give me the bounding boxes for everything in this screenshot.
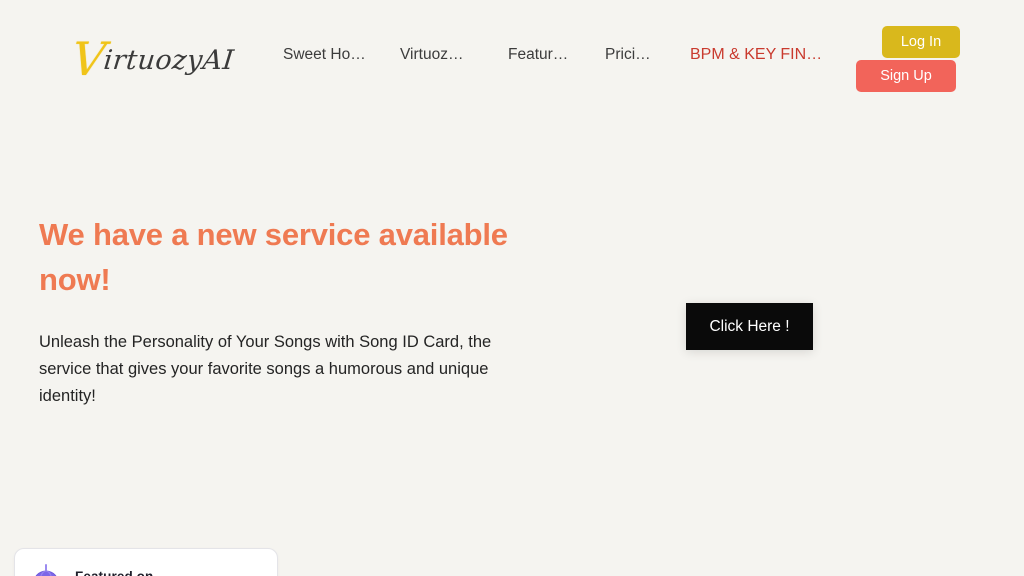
featured-on-label: Featured on (75, 569, 153, 576)
nav-item-pricing[interactable]: Prici… (605, 46, 663, 64)
nav-item-features[interactable]: Featur… (508, 46, 580, 64)
featured-on-card[interactable]: Featured on (14, 548, 278, 576)
hero-copy: We have a new service available now! Unl… (39, 212, 509, 410)
nav-item-virtuozy[interactable]: Virtuoz… (400, 46, 483, 64)
main-navigation: Sweet Ho… Virtuoz… Featur… Prici… BPM & … (283, 46, 826, 64)
click-here-button[interactable]: Click Here ! (686, 303, 813, 350)
nav-item-bpm-key-finder[interactable]: BPM & KEY FIN… (690, 46, 826, 64)
auth-button-group: Log In Sign Up (856, 26, 960, 96)
hero-title: We have a new service available now! (39, 212, 509, 302)
site-logo[interactable]: VirtuozyAI (72, 30, 242, 90)
hero-description: Unleash the Personality of Your Songs wi… (39, 329, 504, 410)
product-hunt-icon (29, 559, 63, 576)
logo-wordmark: VirtuozyAI (71, 47, 236, 74)
logo-initial: V (69, 32, 108, 86)
site-header: VirtuozyAI Sweet Ho… Virtuoz… Featur… Pr… (0, 0, 1024, 108)
sign-up-button[interactable]: Sign Up (856, 60, 956, 92)
hero-section: We have a new service available now! Unl… (0, 108, 1024, 576)
nav-item-sweet-home[interactable]: Sweet Ho… (283, 46, 370, 64)
logo-rest: irtuozyAI (102, 45, 235, 76)
log-in-button[interactable]: Log In (882, 26, 960, 58)
